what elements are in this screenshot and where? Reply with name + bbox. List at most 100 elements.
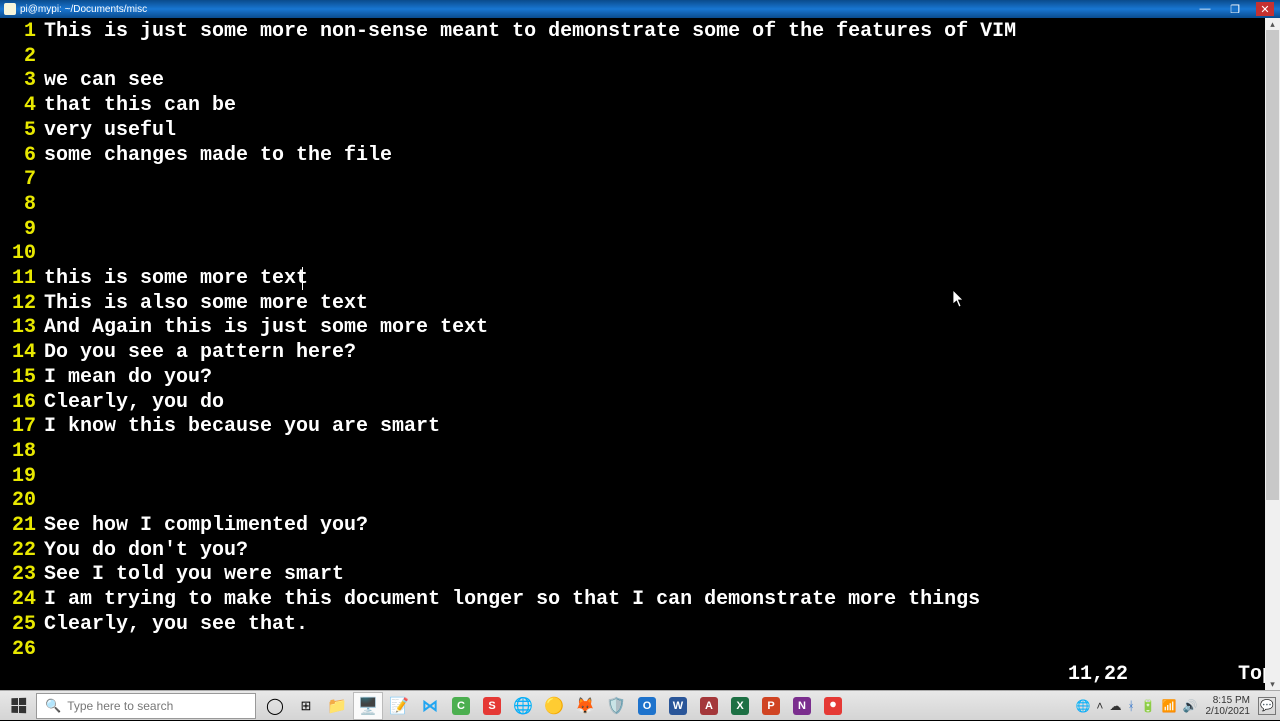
editor-line: 9 [4,218,1276,243]
line-number: 13 [4,316,44,341]
wifi-icon[interactable]: 📶 [1162,699,1177,713]
editor-line: 2 [4,45,1276,70]
editor-line: 20 [4,489,1276,514]
minimize-button[interactable]: — [1196,2,1214,16]
editor-line: 5very useful [4,119,1276,144]
line-number: 26 [4,638,44,663]
close-button[interactable]: ✕ [1256,2,1274,16]
access-icon[interactable]: A [694,692,724,720]
line-number: 9 [4,218,44,243]
line-text: Do you see a pattern here? [44,341,356,366]
onenote-icon[interactable]: N [787,692,817,720]
line-text: This is just some more non-sense meant t… [44,20,1016,45]
windows-taskbar: 🔍 Type here to search ◯ ⊞ 📁 🖥️ 📝 ⋈ C S 🌐… [0,690,1280,720]
editor-line: 12This is also some more text [4,292,1276,317]
powerpoint-icon[interactable]: P [756,692,786,720]
line-number: 18 [4,440,44,465]
editor-line: 13And Again this is just some more text [4,316,1276,341]
line-number: 16 [4,391,44,416]
line-number: 25 [4,613,44,638]
recorder-icon[interactable]: ⏺ [818,692,848,720]
vim-status-line: 11,22 Top [4,663,1280,688]
snagit-icon[interactable]: S [477,692,507,720]
line-number: 10 [4,242,44,267]
window-titlebar: pi@mypi: ~/Documents/misc — ❐ ✕ [0,0,1280,18]
line-text: I am trying to make this document longer… [44,588,980,613]
scroll-up-arrow[interactable]: ▴ [1265,18,1280,30]
vertical-scrollbar[interactable]: ▴ ▾ [1265,18,1280,690]
line-text: we can see [44,69,164,94]
editor-line: 4that this can be [4,94,1276,119]
editor-line: 15I mean do you? [4,366,1276,391]
editor-line: 22You do don't you? [4,539,1276,564]
tray-icons: 🌐 ˄ ☁ ᚼ 🔋 📶 🔊 [1075,699,1197,713]
line-text: And Again this is just some more text [44,316,488,341]
line-number: 23 [4,563,44,588]
brave-icon[interactable]: 🛡️ [601,692,631,720]
task-view-icon[interactable]: ⊞ [291,692,321,720]
line-text: You do don't you? [44,539,248,564]
editor-line: 3we can see [4,69,1276,94]
vscode-icon[interactable]: ⋈ [415,692,445,720]
editor-line: 17I know this because you are smart [4,415,1276,440]
taskbar-search[interactable]: 🔍 Type here to search [36,693,256,719]
editor-line: 6some changes made to the file [4,144,1276,169]
line-text: I know this because you are smart [44,415,440,440]
line-number: 22 [4,539,44,564]
line-text: I mean do you? [44,366,212,391]
search-placeholder: Type here to search [67,699,173,713]
putty-taskbar-icon[interactable]: 🖥️ [353,692,383,720]
editor-line: 16Clearly, you do [4,391,1276,416]
line-number: 7 [4,168,44,193]
bluetooth-icon[interactable]: ᚼ [1127,699,1134,713]
edge-icon[interactable]: 🌐 [508,692,538,720]
scrollbar-thumb[interactable] [1266,30,1279,500]
line-text: This is also some more text [44,292,368,317]
line-number: 8 [4,193,44,218]
clock-time: 8:15 PM [1213,695,1250,706]
window-controls: — ❐ ✕ [1196,2,1274,16]
editor-line: 23See I told you were smart [4,563,1276,588]
windows-logo-icon [11,698,26,714]
line-number: 21 [4,514,44,539]
editor-line: 21See how I complimented you? [4,514,1276,539]
volume-icon[interactable]: 🔊 [1183,699,1198,713]
editor-line: 14Do you see a pattern here? [4,341,1276,366]
line-text: that this can be [44,94,236,119]
excel-icon[interactable]: X [725,692,755,720]
line-number: 24 [4,588,44,613]
tray-app-icon[interactable]: 🌐 [1075,699,1090,713]
onedrive-icon[interactable]: ☁ [1109,699,1121,713]
editor-line: 1This is just some more non-sense meant … [4,20,1276,45]
file-explorer-icon[interactable]: 📁 [322,692,352,720]
editor-line: 7 [4,168,1276,193]
line-text: some changes made to the file [44,144,392,169]
start-button[interactable] [0,691,36,721]
editor-line: 8 [4,193,1276,218]
tray-chevron-icon[interactable]: ˄ [1096,699,1103,713]
line-text: See I told you were smart [44,563,344,588]
editor-line: 26 [4,638,1276,663]
taskbar-clock[interactable]: 8:15 PM 2/10/2021 [1206,695,1251,717]
chrome-icon[interactable]: 🟡 [539,692,569,720]
word-icon[interactable]: W [663,692,693,720]
terminal-editor[interactable]: 1This is just some more non-sense meant … [0,18,1280,690]
editor-line: 19 [4,465,1276,490]
window-title: pi@mypi: ~/Documents/misc [20,4,1196,15]
putty-icon [4,3,16,15]
notifications-icon[interactable]: 💬 [1258,697,1276,715]
line-text: Clearly, you do [44,391,224,416]
line-number: 15 [4,366,44,391]
line-text: Clearly, you see that. [44,613,308,638]
battery-icon[interactable]: 🔋 [1141,699,1156,713]
camtasia-icon[interactable]: C [446,692,476,720]
outlook-icon[interactable]: O [632,692,662,720]
line-number: 11 [4,267,44,292]
firefox-icon[interactable]: 🦊 [570,692,600,720]
clock-date: 2/10/2021 [1206,706,1251,717]
maximize-button[interactable]: ❐ [1226,2,1244,16]
cortana-icon[interactable]: ◯ [260,692,290,720]
scroll-down-arrow[interactable]: ▾ [1265,678,1280,690]
line-number: 17 [4,415,44,440]
notepad-icon[interactable]: 📝 [384,692,414,720]
